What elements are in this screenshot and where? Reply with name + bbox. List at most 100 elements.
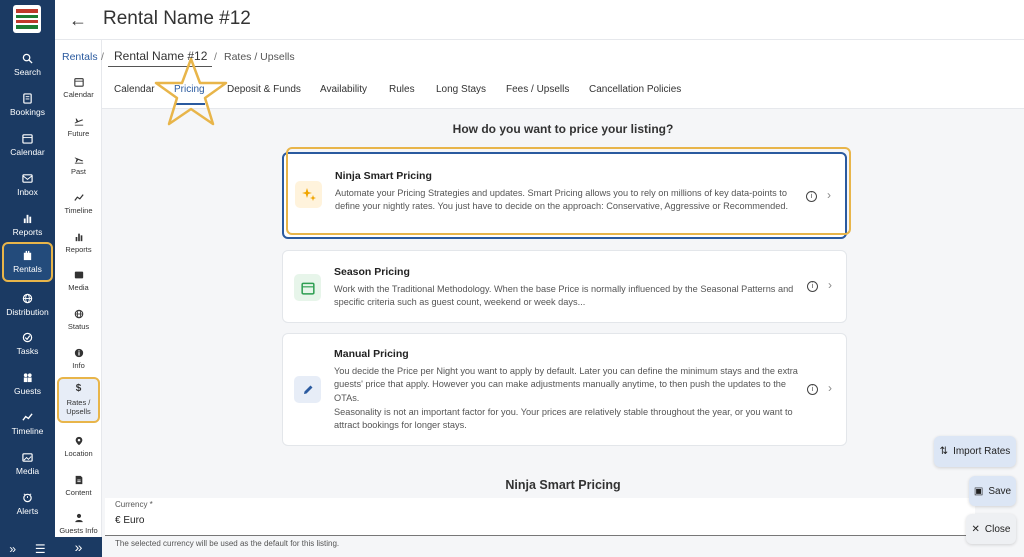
nav-label: Reports — [12, 227, 43, 237]
chevron-right-icon: › — [828, 381, 832, 395]
list-icon[interactable]: ☰ — [35, 542, 46, 556]
nav-tasks[interactable]: Tasks — [2, 325, 53, 363]
subnav-timeline[interactable]: Timeline — [57, 186, 100, 222]
calendar-icon — [294, 274, 321, 301]
section-title: Ninja Smart Pricing — [505, 478, 621, 492]
subnav-status[interactable]: Status — [57, 302, 100, 338]
option-ninja-smart-pricing[interactable]: Ninja Smart Pricing Automate your Pricin… — [282, 152, 847, 239]
info-icon[interactable]: i — [806, 191, 817, 202]
nav-timeline[interactable]: Timeline — [2, 405, 53, 443]
nav-guests[interactable]: Guests — [2, 365, 53, 403]
subnav-past[interactable]: Past — [57, 147, 100, 183]
nav-label: Bookings — [10, 107, 45, 117]
option-season-pricing[interactable]: Season Pricing Work with the Traditional… — [282, 250, 847, 323]
subnav-content[interactable]: Content — [57, 468, 100, 504]
nav-bookings[interactable]: Bookings — [2, 86, 53, 124]
subnav-label: Location — [64, 448, 93, 458]
currency-select[interactable]: Currency * € Euro — [105, 498, 975, 536]
subnav-label: Future — [67, 128, 90, 138]
option-title: Manual Pricing — [334, 348, 409, 360]
timeline-icon — [73, 194, 84, 201]
option-manual-pricing[interactable]: Manual Pricing You decide the Price per … — [282, 333, 847, 446]
nav-rentals[interactable]: Rentals — [2, 242, 53, 282]
subnav-label: Past — [70, 166, 86, 176]
subnav-label: Calendar — [63, 89, 94, 99]
calendar-icon — [22, 134, 33, 144]
reports-icon — [23, 214, 32, 224]
button-label: Close — [984, 523, 1011, 535]
subnav-expand-button[interactable]: » — [55, 537, 102, 557]
media-icon — [22, 453, 33, 462]
nav-search[interactable]: Search — [2, 46, 53, 84]
nav-alerts[interactable]: Alerts — [2, 485, 53, 523]
tab-bar: Calendar Pricing Deposit & Funds Availab… — [102, 72, 1024, 109]
subnav-label: Rates / Upsells — [66, 397, 91, 417]
save-button[interactable]: ▣ Save — [969, 476, 1016, 506]
nav-label: Search — [14, 67, 41, 77]
nav-label: Media — [15, 466, 40, 476]
nav-reports[interactable]: Reports — [2, 206, 53, 244]
nav-distribution[interactable]: Distribution — [2, 286, 53, 324]
option-description: Automate your Pricing Strategies and upd… — [335, 188, 789, 212]
subnav-location[interactable]: Location — [57, 429, 100, 465]
rentals-icon — [23, 250, 32, 261]
button-label: Save — [988, 485, 1012, 497]
save-icon: ▣ — [973, 485, 984, 497]
page-header: ← Rental Name #12 — [55, 0, 1024, 40]
chevron-right-icon: › — [828, 278, 832, 292]
breadcrumb-separator: / — [101, 51, 104, 63]
option-title: Ninja Smart Pricing — [335, 170, 432, 182]
nav-label: Rentals — [13, 264, 42, 274]
subnav-future[interactable]: Future — [57, 109, 100, 145]
tab-calendar[interactable]: Calendar — [114, 84, 155, 95]
globe-icon — [74, 309, 83, 319]
subnav-rates-upsells[interactable]: $ Rates / Upsells — [57, 377, 100, 423]
tab-cancellation-policies[interactable]: Cancellation Policies — [589, 84, 681, 95]
import-rates-button[interactable]: ⇅ Import Rates — [934, 436, 1016, 467]
option-title: Season Pricing — [334, 266, 410, 278]
nav-label: Calendar — [10, 147, 45, 157]
main-sidebar: Search Bookings Calendar Inbox Reports R… — [0, 0, 55, 557]
reports-icon — [75, 233, 82, 241]
tab-deposit-funds[interactable]: Deposit & Funds — [227, 84, 301, 95]
person-icon — [74, 513, 83, 522]
info-icon[interactable]: i — [807, 384, 818, 395]
subnav-calendar[interactable]: Calendar — [57, 70, 100, 106]
dollar-icon: $ — [75, 383, 82, 395]
expand-icon[interactable]: » — [9, 542, 16, 556]
rental-subnav: Calendar Future Past Timeline Reports Me… — [55, 0, 102, 557]
info-icon[interactable]: i — [807, 281, 818, 292]
location-pin-icon — [75, 436, 82, 445]
subnav-label: Reports — [65, 244, 92, 254]
brand-logo[interactable] — [13, 5, 41, 33]
nav-label: Tasks — [16, 346, 39, 356]
document-icon — [75, 475, 82, 484]
pencil-icon — [294, 376, 321, 403]
nav-media[interactable]: Media — [2, 445, 53, 483]
tab-rules[interactable]: Rules — [389, 84, 415, 95]
media-icon — [74, 271, 83, 279]
tab-fees-upsells[interactable]: Fees / Upsells — [506, 84, 569, 95]
subnav-label: Content — [65, 487, 92, 497]
back-arrow-icon[interactable]: ← — [69, 10, 87, 31]
page-title: Rental Name #12 — [103, 8, 251, 29]
app-window: Search Bookings Calendar Inbox Reports R… — [0, 0, 1024, 557]
sparkles-icon — [295, 181, 322, 208]
subnav-media[interactable]: Media — [57, 263, 100, 299]
inbox-icon — [22, 174, 33, 183]
close-button[interactable]: ✕ Close — [966, 514, 1016, 544]
breadcrumb-rentals-link[interactable]: Rentals — [62, 51, 98, 63]
subnav-reports[interactable]: Reports — [57, 225, 100, 261]
search-icon — [22, 53, 33, 64]
option-description-extra: Seasonality is not an important factor f… — [334, 407, 793, 431]
subnav-info[interactable]: Info — [57, 341, 100, 377]
bookings-icon — [23, 93, 32, 104]
alerts-icon — [23, 493, 32, 503]
subnav-label: Guests Info — [59, 525, 98, 535]
nav-inbox[interactable]: Inbox — [2, 166, 53, 204]
tab-availability[interactable]: Availability — [320, 84, 367, 95]
tasks-icon — [22, 332, 33, 343]
tab-long-stays[interactable]: Long Stays — [436, 84, 486, 95]
info-icon — [74, 348, 83, 357]
nav-calendar[interactable]: Calendar — [2, 126, 53, 164]
